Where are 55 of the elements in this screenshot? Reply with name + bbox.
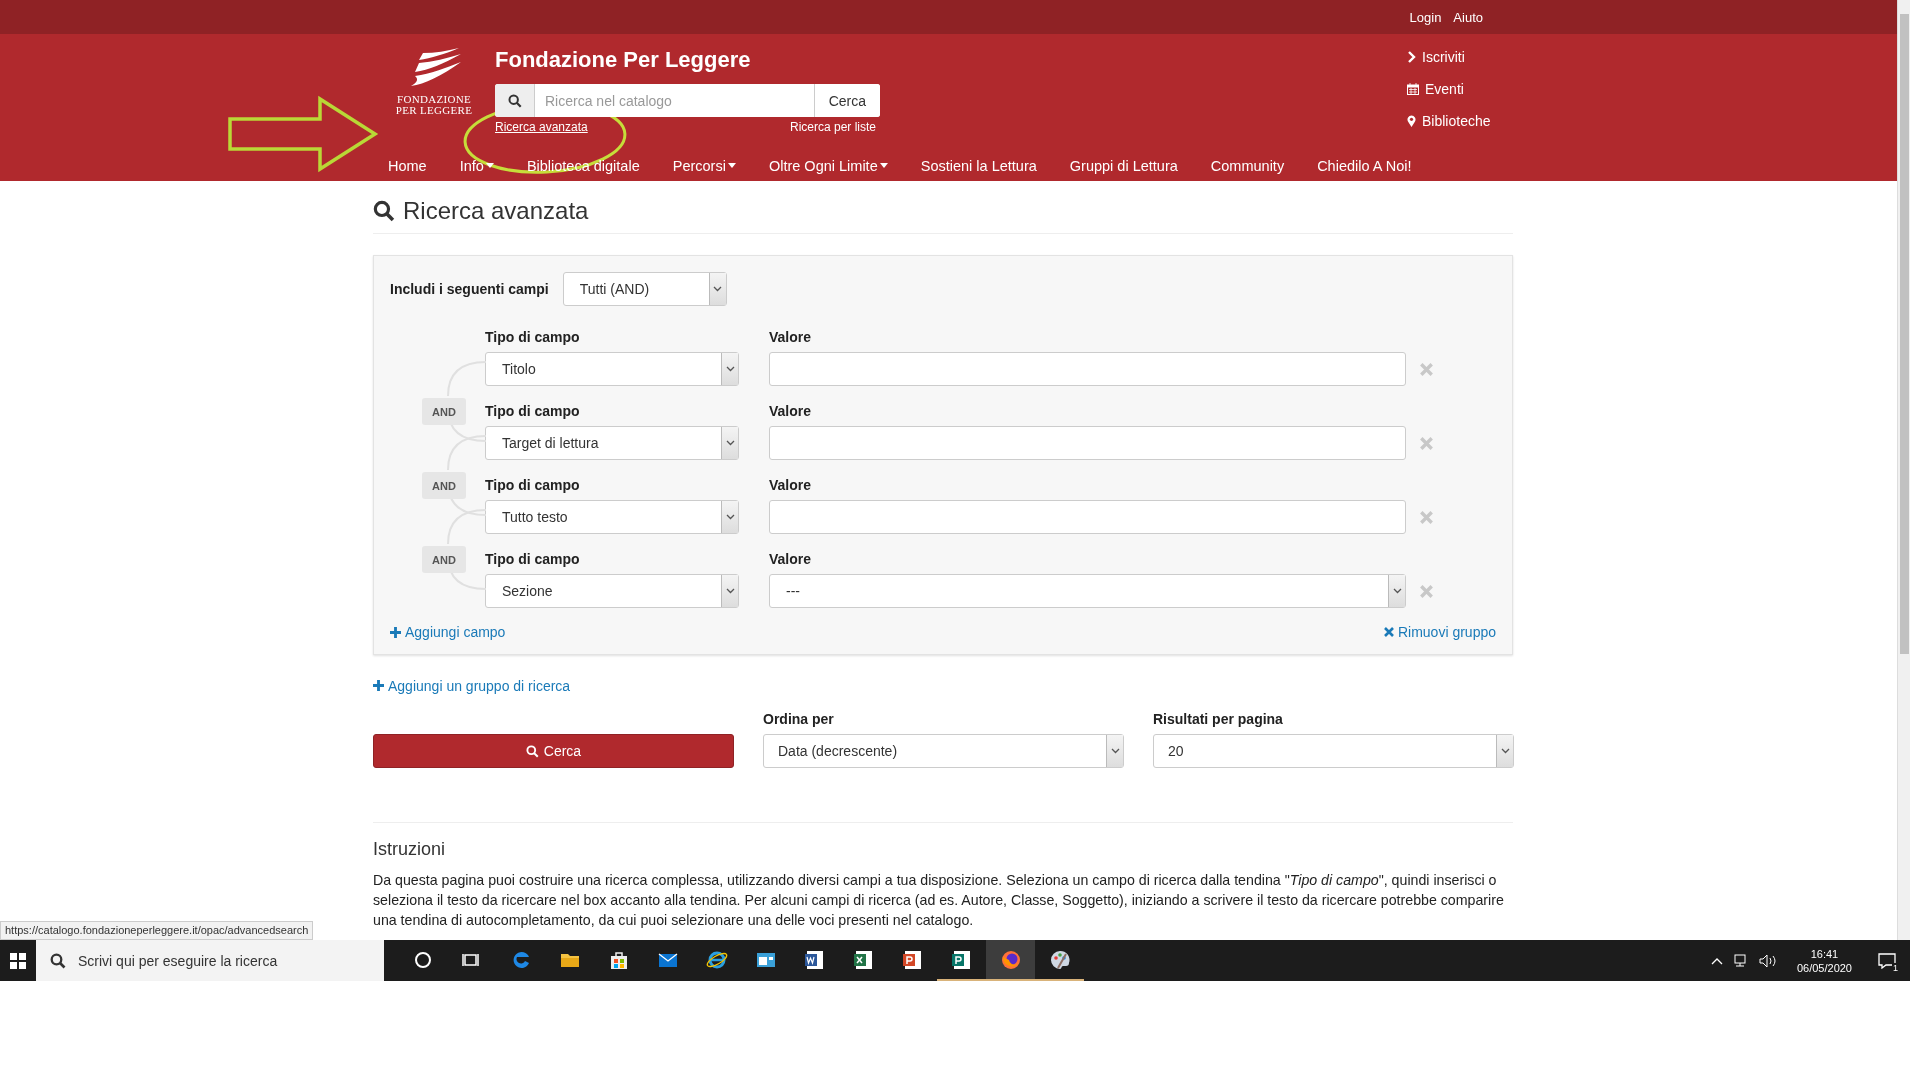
and-badge: AND	[422, 398, 466, 425]
field-type-select[interactable]: Tutto testo	[485, 500, 739, 534]
nav-item[interactable]: Gruppi di Lettura	[1054, 157, 1193, 174]
add-group-link[interactable]: Aggiungi un gruppo di ricerca	[373, 677, 571, 694]
per-page-select[interactable]: 20	[1153, 734, 1514, 768]
clock-date[interactable]: 06/05/2020	[1796, 960, 1852, 975]
page-title: Ricerca avanzata	[373, 181, 1513, 234]
taskbar-search-field[interactable]: Scrivi qui per eseguire la ricerca	[36, 940, 384, 981]
notification-count: 1	[1892, 962, 1899, 973]
value-label: Valore	[769, 403, 813, 419]
search-button[interactable]: Cerca	[813, 84, 880, 117]
nav-item[interactable]: Sostieni la Lettura	[905, 157, 1052, 174]
value-select[interactable]: ---	[769, 574, 1406, 608]
remove-group-link[interactable]: Rimuovi gruppo	[1383, 624, 1496, 640]
search-button[interactable]: Cerca	[373, 734, 734, 768]
sort-select[interactable]: Data (decrescente)	[763, 734, 1124, 768]
catalog-search-field[interactable]: Ricerca nel catalogo Cerca	[495, 84, 880, 117]
sort-label: Ordina per	[763, 711, 835, 727]
add-field-link[interactable]: Aggiungi campo	[390, 624, 506, 640]
header-link[interactable]: Biblioteche	[1407, 110, 1513, 131]
top-link[interactable]: Login	[1409, 9, 1442, 25]
nav-item[interactable]: Percorsi	[657, 157, 751, 174]
instructions-text: Da questa pagina puoi costruire una ricerca complessa, utilizzando diversi campi a tua disposizione. Seleziona un campo di ricerca dalla tendina "Tipo di campo", quindi inserisci o seleziona il testo da ricercare nel box accanto alla tendina. Per alcuni campi di ricerca (ad es. Autore, Classe, Soggetto), iniziando a scrivere il testo da ricercare potrebbe comparire una tendina di autocompletamento, da cui puoi selezionare una delle voci presenti nel catalogo.	[373, 871, 1505, 930]
logo-text: FONDAZIONE	[397, 94, 471, 105]
clock-time[interactable]: 16:41	[1810, 946, 1839, 961]
field-label: Tipo di campo	[485, 551, 581, 567]
top-link[interactable]: Aiuto	[1453, 9, 1483, 25]
instructions-title: Istruzioni	[373, 839, 447, 860]
field-label: Tipo di campo	[485, 403, 581, 419]
search-link[interactable]: Ricerca per liste	[789, 120, 876, 134]
nav-item[interactable]: Home	[388, 157, 442, 174]
header-link[interactable]: Iscriviti	[1407, 46, 1513, 67]
include-label: Includi i seguenti campi	[390, 281, 549, 297]
logo-text: PER LEGGERE	[395, 105, 473, 116]
include-select[interactable]: Tutti (AND)	[562, 272, 727, 306]
field-type-select[interactable]: Sezione	[485, 574, 739, 608]
field-label: Tipo di campo	[485, 477, 581, 493]
field-type-select[interactable]: Titolo	[485, 352, 739, 386]
value-label: Valore	[769, 477, 813, 493]
value-label: Valore	[769, 329, 813, 345]
nav-item[interactable]: Community	[1195, 157, 1300, 174]
nav-item[interactable]: Chiedilo A Noi!	[1302, 157, 1427, 174]
search-link[interactable]: Ricerca avanzata	[495, 120, 588, 134]
field-type-select[interactable]: Target di lettura	[485, 426, 739, 460]
nav-item[interactable]: Info	[444, 157, 509, 174]
field-label: Tipo di campo	[485, 329, 581, 345]
nav-item[interactable]: Biblioteca digitale	[511, 157, 655, 174]
value-label: Valore	[769, 551, 813, 567]
and-badge: AND	[422, 546, 466, 573]
site-title: Fondazione Per Leggere	[495, 46, 752, 74]
and-badge: AND	[422, 472, 466, 499]
header-link[interactable]: Eventi	[1407, 78, 1513, 99]
per-page-label: Risultati per pagina	[1153, 711, 1284, 727]
status-url: https://catalogo.fondazioneperleggere.it/opac/advancedsearch	[0, 921, 314, 940]
nav-item[interactable]: Oltre Ogni Limite	[753, 157, 903, 174]
